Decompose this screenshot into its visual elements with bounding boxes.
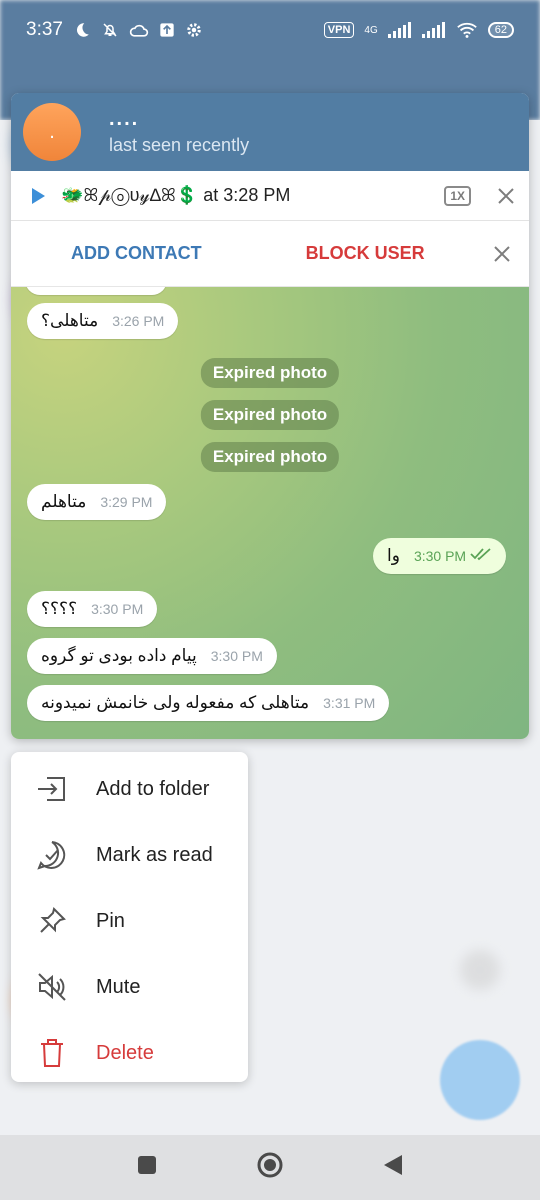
status-left: 3:37 (26, 19, 203, 41)
network-type: 4G (364, 24, 378, 36)
menu-item-label: Mark as read (96, 843, 213, 866)
contact-status: last seen recently (109, 134, 250, 155)
expired-photo-service-message[interactable]: Expired photo (200, 442, 340, 472)
avatar-initial: . (49, 120, 55, 143)
back-icon[interactable] (382, 1153, 404, 1182)
check-circle-icon (35, 838, 69, 872)
system-navigation-bar (0, 1135, 540, 1200)
expired-photo-service-message[interactable]: Expired photo (200, 400, 340, 430)
compose-fab (440, 1040, 520, 1120)
settings-gear-icon (185, 21, 203, 39)
message-bubble[interactable]: متاهلم 3:29 PM (27, 484, 167, 520)
message-text: متاهلم (41, 492, 87, 511)
close-icon[interactable] (493, 245, 511, 263)
add-contact-button[interactable]: ADD CONTACT (71, 243, 202, 264)
double-check-icon (470, 548, 491, 561)
folder-add-icon (35, 772, 69, 806)
battery-indicator: 62 (487, 22, 514, 38)
menu-item-label: Pin (96, 909, 125, 932)
menu-item-label: Mute (96, 975, 141, 998)
audio-player-bar[interactable]: 🐲ꕤ𝓅ⓞυ𝓎∆ꕤ💲 at 3:28 PM 1X (11, 171, 529, 221)
menu-item-add-to-folder[interactable]: Add to folder (11, 756, 248, 822)
moon-icon (73, 21, 91, 39)
avatar: . (23, 103, 81, 161)
recents-icon[interactable] (136, 1154, 158, 1181)
menu-item-delete[interactable]: Delete (11, 1020, 248, 1086)
expired-photo-service-message[interactable]: Expired photo (200, 358, 340, 388)
close-icon[interactable] (497, 187, 515, 205)
message-time: 3:29 PM (100, 494, 153, 510)
signal-icon (421, 22, 446, 38)
bell-off-icon (101, 21, 119, 39)
menu-item-label: Add to folder (96, 777, 210, 800)
message-bubble[interactable]: ؟؟؟؟ 3:30 PM (27, 591, 158, 627)
message-bubble[interactable]: متاهلی؟ 3:26 PM (27, 303, 179, 339)
message-bubble[interactable]: متاهلی که مفعوله ولی خانمش نمیدونه 3:31 … (27, 685, 390, 721)
chat-context-menu: Add to folder Mark as read Pin Mute Dele… (11, 752, 248, 1082)
playback-speed-button[interactable]: 1X (444, 185, 471, 206)
upload-icon (159, 22, 175, 38)
message-text: متاهلی که مفعوله ولی خانمش نمیدونه (41, 693, 310, 712)
status-bar: 3:37 VPN 4G 62 (0, 0, 540, 60)
message-time: 3:30 PM (91, 601, 144, 617)
message-text: وا (387, 546, 400, 565)
chat-messages-area[interactable]: متاهلی؟ 3:26 PM Expired photo Expired ph… (11, 287, 529, 739)
contact-action-bar: ADD CONTACT BLOCK USER (11, 221, 529, 287)
background-avatar-blob (460, 950, 500, 990)
signal-icon (387, 22, 412, 38)
preview-title-block: .... last seen recently (109, 109, 249, 156)
message-bubble-outgoing[interactable]: وا 3:30 PM (373, 538, 507, 574)
home-icon[interactable] (256, 1151, 284, 1184)
preview-header: . .... last seen recently (11, 93, 529, 171)
vpn-badge: VPN (323, 22, 355, 38)
menu-item-pin[interactable]: Pin (11, 888, 248, 954)
message-time: 3:30 PM (210, 648, 263, 664)
chat-preview-popup[interactable]: . .... last seen recently 🐲ꕤ𝓅ⓞυ𝓎∆ꕤ💲 at 3… (11, 93, 529, 739)
message-text: متاهلی؟ (41, 311, 99, 330)
message-time: 3:26 PM (112, 313, 165, 329)
message-text: پیام داده بودی تو گروه (41, 646, 197, 665)
message-bubble[interactable]: پیام داده بودی تو گروه 3:30 PM (27, 638, 277, 674)
trash-icon (35, 1036, 69, 1070)
message-bubble-partial (25, 287, 167, 295)
cloud-icon (129, 22, 149, 38)
play-icon[interactable] (29, 187, 47, 205)
message-text: ؟؟؟؟ (41, 599, 78, 618)
message-time: 3:30 PM (413, 548, 467, 564)
message-time: 3:31 PM (323, 695, 376, 711)
status-right: VPN 4G 62 (323, 21, 514, 39)
pin-icon (35, 904, 69, 938)
contact-name: .... (109, 107, 140, 130)
status-time: 3:37 (26, 19, 63, 40)
menu-item-mark-as-read[interactable]: Mark as read (11, 822, 248, 888)
mute-icon (35, 970, 69, 1004)
wifi-icon (456, 21, 478, 39)
menu-item-mute[interactable]: Mute (11, 954, 248, 1020)
block-user-button[interactable]: BLOCK USER (306, 243, 425, 264)
now-playing-text: 🐲ꕤ𝓅ⓞυ𝓎∆ꕤ💲 at 3:28 PM (61, 185, 291, 205)
menu-item-label: Delete (96, 1041, 154, 1064)
